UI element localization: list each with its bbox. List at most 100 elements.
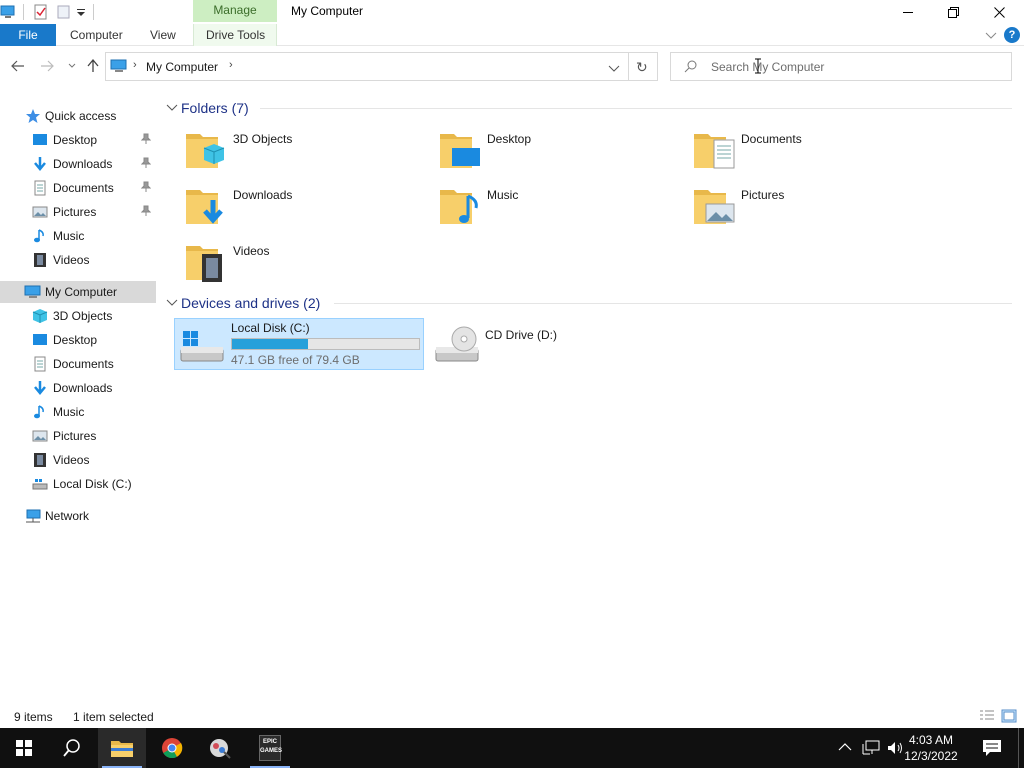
nav-network[interactable]: Network [0,505,156,527]
nav-pc-videos[interactable]: Videos [0,449,156,471]
desktop-icon [32,132,48,148]
documents-icon [32,180,48,196]
folder-3d-objects[interactable]: 3D Objects [176,126,426,176]
up-button[interactable] [84,57,102,75]
pictures-folder-icon [692,184,736,228]
nav-quick-downloads[interactable]: Downloads [0,153,156,175]
music-icon [32,228,48,244]
folders-header-label: Folders (7) [181,100,249,116]
devices-header-label: Devices and drives (2) [181,295,321,311]
help-icon[interactable]: ? [1004,27,1020,43]
drive-cd-d[interactable]: CD Drive (D:) [430,321,680,371]
nav-pc-local-disk[interactable]: Local Disk (C:) [0,473,156,495]
back-button[interactable] [9,57,27,75]
nav-pc-downloads[interactable]: Downloads [0,377,156,399]
app-taskbar-button[interactable] [196,728,244,768]
show-hidden-icons-icon[interactable] [838,741,852,755]
documents-icon [32,356,48,372]
pin-icon[interactable] [140,133,152,148]
window-title: My Computer [291,4,364,18]
search-input[interactable]: Search My Computer [711,60,824,74]
folder-desktop[interactable]: Desktop [430,126,680,176]
nav-pc-desktop[interactable]: Desktop [0,329,156,351]
tab-file[interactable]: File [0,24,56,46]
devices-group-header[interactable]: Devices and drives (2) [166,293,320,313]
start-button[interactable] [0,728,48,768]
nav-pc-pictures[interactable]: Pictures [0,425,156,447]
pictures-icon [32,204,48,220]
music-folder-icon [438,184,482,228]
system-clock[interactable]: 4:03 AM 12/3/2022 [896,732,966,764]
breadcrumb-chevron-icon[interactable]: › [133,59,137,71]
breadcrumb-chevron-icon[interactable]: › [229,59,233,71]
nav-pc-documents[interactable]: Documents [0,353,156,375]
folder-videos[interactable]: Videos [176,238,426,288]
epic-games-taskbar-button[interactable]: EPIC GAMES [246,728,294,768]
recent-locations-button[interactable] [63,57,81,75]
computer-icon[interactable] [0,4,16,20]
folder-documents[interactable]: Documents [684,126,934,176]
desktop-folder-icon [438,128,482,172]
item-count: 9 items [14,710,53,724]
minimize-button[interactable] [885,0,931,24]
3d-objects-folder-icon [184,128,228,172]
group-divider [260,108,1012,109]
selection-count: 1 item selected [73,710,154,724]
nav-quick-videos[interactable]: Videos [0,249,156,271]
nav-quick-desktop[interactable]: Desktop [0,129,156,151]
refresh-icon[interactable]: ↻ [636,59,648,76]
nav-pc-music[interactable]: Music [0,401,156,423]
tab-drive-tools[interactable]: Drive Tools [206,24,265,46]
chrome-taskbar-button[interactable] [148,728,196,768]
nav-quick-access[interactable]: Quick access [0,105,156,127]
nav-my-computer[interactable]: My Computer [0,281,156,303]
folders-group-header[interactable]: Folders (7) [166,98,249,118]
show-desktop-button[interactable] [1018,728,1019,768]
qat-divider [93,4,94,20]
network-status-icon[interactable] [862,740,880,759]
local-disk-icon [179,327,225,368]
3d-objects-icon [32,308,48,324]
address-bar[interactable]: › My Computer › ↻ [105,52,658,81]
nav-quick-music[interactable]: Music [0,225,156,247]
star-icon [25,108,41,124]
large-icons-view-icon[interactable] [1001,709,1017,726]
search-icon [684,59,698,76]
collapse-chevron-icon[interactable] [166,102,178,116]
folder-pictures[interactable]: Pictures [684,182,934,232]
address-dropdown-icon[interactable] [608,62,620,76]
address-divider [628,53,629,80]
expand-ribbon-icon[interactable] [985,29,997,44]
action-center-icon[interactable] [982,739,1002,760]
pin-icon[interactable] [140,181,152,196]
file-explorer-taskbar-button[interactable] [98,728,146,768]
properties-icon[interactable] [33,4,49,20]
manage-context-tab: Manage [193,0,277,22]
search-button[interactable] [48,728,96,768]
pin-icon[interactable] [140,205,152,220]
folder-downloads[interactable]: Downloads [176,182,426,232]
drive-usage-fill [232,339,309,349]
folder-music[interactable]: Music [430,182,680,232]
forward-button[interactable] [38,57,56,75]
restore-button[interactable] [930,0,976,24]
details-view-icon[interactable] [979,709,995,726]
pin-icon[interactable] [140,157,152,172]
search-box[interactable]: Search My Computer [670,52,1012,81]
drive-local-disk-c[interactable]: Local Disk (C:) 47.1 GB free of 79.4 GB [174,318,424,370]
downloads-icon [32,380,48,396]
customize-qat-icon[interactable] [75,4,91,20]
nav-quick-pictures[interactable]: Pictures [0,201,156,223]
network-icon [24,508,41,524]
nav-pc-3d-objects[interactable]: 3D Objects [0,305,156,327]
downloads-folder-icon [184,184,228,228]
close-button[interactable] [976,0,1022,24]
tab-computer[interactable]: Computer [70,24,123,46]
taskbar: EPIC GAMES 4:03 AM 12/3/2022 [0,728,1024,768]
nav-quick-documents[interactable]: Documents [0,177,156,199]
new-folder-icon[interactable] [56,4,72,20]
collapse-chevron-icon[interactable] [166,297,178,311]
breadcrumb[interactable]: My Computer [146,60,218,74]
tab-view[interactable]: View [150,24,176,46]
address-row: › My Computer › ↻ Search My Computer [0,48,1024,84]
